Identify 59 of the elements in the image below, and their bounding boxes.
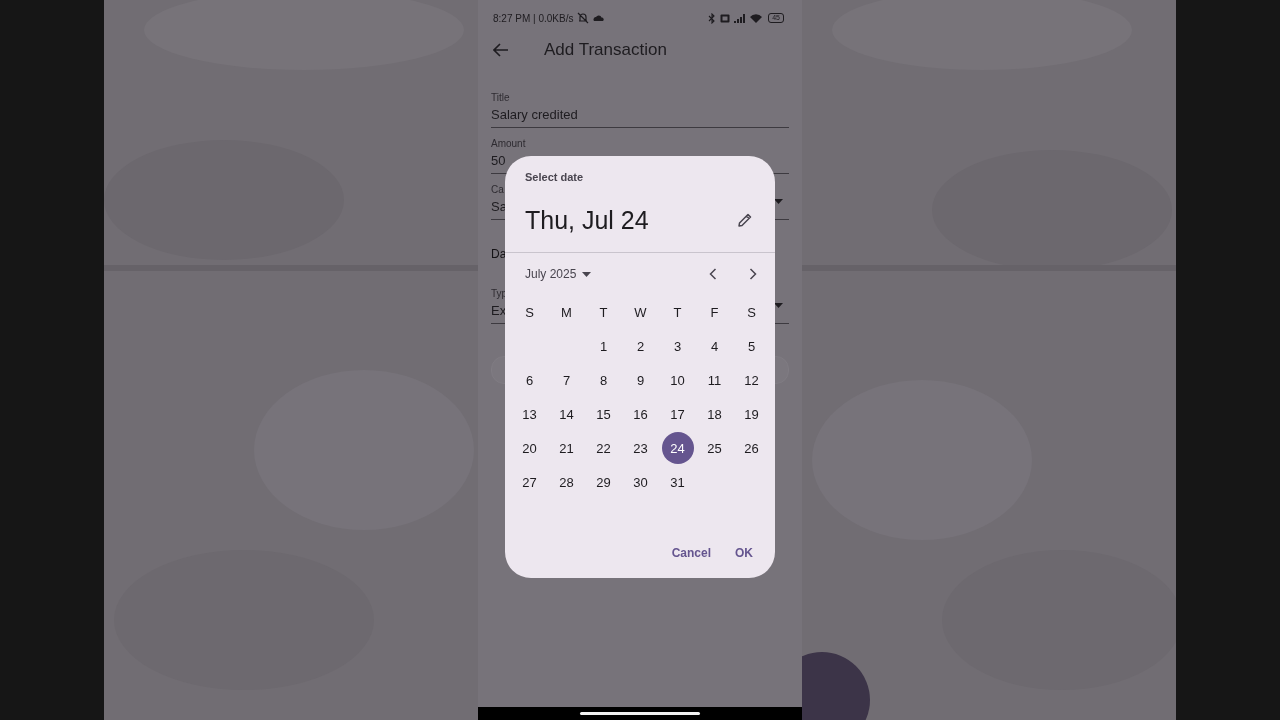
dropdown-arrow-icon[interactable] <box>774 199 783 204</box>
calendar-day[interactable]: 18 <box>698 398 731 430</box>
weekday-label: M <box>561 304 572 320</box>
calendar-day[interactable]: 13 <box>513 398 546 430</box>
sim-icon <box>720 13 731 23</box>
text-field[interactable]: Title Salary credited <box>491 86 789 128</box>
calendar-day[interactable]: 1 <box>587 330 620 362</box>
calendar-day[interactable]: 15 <box>587 398 620 430</box>
weekday-label: S <box>747 304 756 320</box>
signal-icon <box>734 13 747 23</box>
dropdown-arrow-icon[interactable] <box>774 303 783 308</box>
chevron-left-icon[interactable] <box>709 268 717 280</box>
calendar-day[interactable]: 20 <box>513 432 546 464</box>
calendar-day[interactable]: 29 <box>587 466 620 498</box>
pencil-icon[interactable] <box>737 212 753 228</box>
calendar-day[interactable]: 3 <box>661 330 694 362</box>
calendar-day[interactable]: 23 <box>624 432 657 464</box>
weekday-label: W <box>634 304 647 320</box>
calendar-day[interactable]: 19 <box>735 398 768 430</box>
weekday-label: T <box>673 304 682 320</box>
calendar-day[interactable]: 7 <box>550 364 583 396</box>
calendar-day[interactable]: 11 <box>698 364 731 396</box>
bluetooth-icon <box>708 12 717 24</box>
weekday-label: S <box>525 304 534 320</box>
calendar-day[interactable]: 28 <box>550 466 583 498</box>
calendar-day[interactable]: 25 <box>698 432 731 464</box>
calendar-day[interactable]: 5 <box>735 330 768 362</box>
calendar-day[interactable]: 16 <box>624 398 657 430</box>
calendar-day[interactable]: 31 <box>661 466 694 498</box>
selected-date-headline: Thu, Jul 24 <box>525 205 649 235</box>
weekday-label: F <box>710 304 719 320</box>
calendar-day[interactable]: 2 <box>624 330 657 362</box>
chevron-right-icon[interactable] <box>749 268 757 280</box>
calendar-day[interactable]: 12 <box>735 364 768 396</box>
calendar-day[interactable]: 9 <box>624 364 657 396</box>
calendar-day[interactable]: 4 <box>698 330 731 362</box>
calendar-day[interactable]: 22 <box>587 432 620 464</box>
screen-title: Add Transaction <box>544 40 667 60</box>
caret-icon[interactable] <box>582 271 592 277</box>
cloud-icon <box>593 14 605 22</box>
calendar-day[interactable]: 6 <box>513 364 546 396</box>
calendar-day[interactable]: 26 <box>735 432 768 464</box>
ok-button[interactable]: OK <box>727 540 761 566</box>
calendar-day[interactable]: 8 <box>587 364 620 396</box>
alarm-off-icon <box>577 12 590 24</box>
month-dropdown[interactable]: July 2025 <box>525 267 592 281</box>
status-time: 8:27 PM | 0.0KB/s <box>493 12 574 24</box>
wifi-icon <box>750 13 763 23</box>
weekday-label: T <box>599 304 608 320</box>
cancel-button[interactable]: Cancel <box>663 540 719 566</box>
calendar-day[interactable]: 21 <box>550 432 583 464</box>
calendar-day[interactable]: 10 <box>661 364 694 396</box>
back-arrow-icon[interactable] <box>493 43 509 57</box>
date-field[interactable]: Da <box>491 243 507 265</box>
calendar-day[interactable]: 17 <box>661 398 694 430</box>
calendar-day[interactable]: 24 <box>661 432 694 464</box>
calendar-day[interactable]: 14 <box>550 398 583 430</box>
calendar-day[interactable]: 30 <box>624 466 657 498</box>
calendar-day[interactable]: 27 <box>513 466 546 498</box>
